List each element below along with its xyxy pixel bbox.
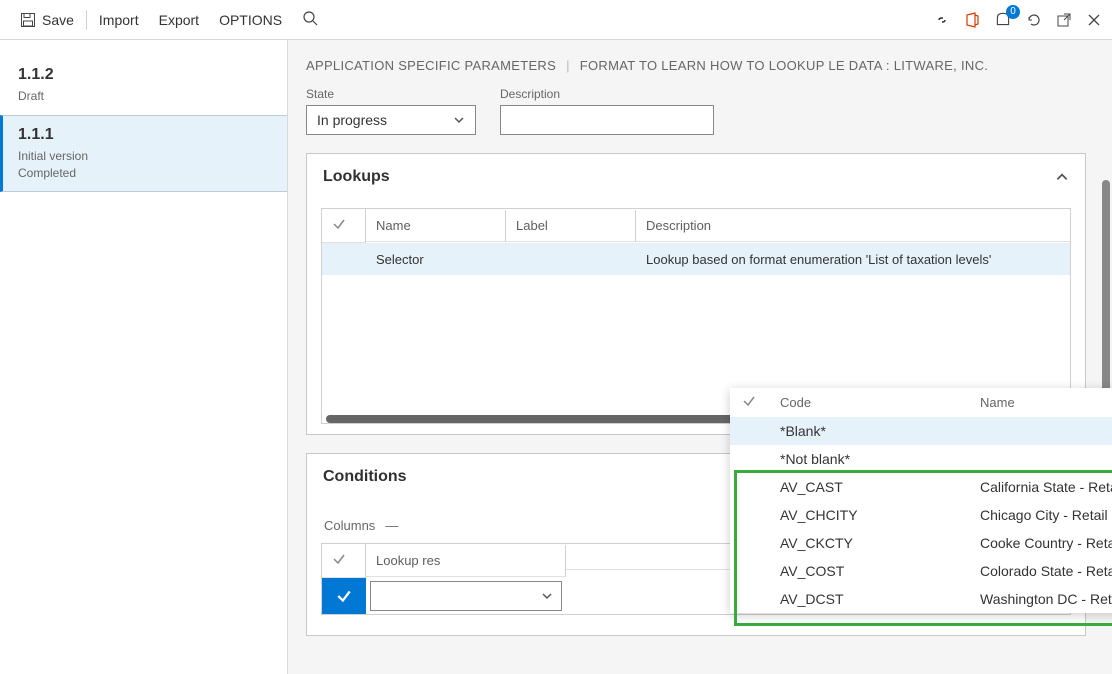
popup-row[interactable]: AV_CHCITYChicago City - Retail Prod xyxy=(730,501,1112,529)
popout-icon[interactable] xyxy=(1056,12,1072,28)
close-icon[interactable] xyxy=(1086,12,1102,28)
save-button[interactable]: Save xyxy=(10,12,84,28)
selectall-col[interactable] xyxy=(322,209,366,243)
popup-row-blank[interactable]: *Blank* xyxy=(730,417,1112,445)
chevron-up-icon xyxy=(1055,170,1069,184)
content: 1.1.2 Draft 1.1.1 Initial version Comple… xyxy=(0,40,1112,674)
export-button[interactable]: Export xyxy=(149,12,209,28)
badge-count: 0 xyxy=(1006,5,1020,19)
toolbar-left: Save Import Export OPTIONS xyxy=(10,10,328,30)
toolbar-right: 0 xyxy=(934,11,1102,29)
columns-dash: — xyxy=(385,518,398,533)
save-label: Save xyxy=(42,12,74,28)
row-check[interactable] xyxy=(322,252,366,268)
description-input[interactable] xyxy=(500,105,714,135)
popup-col-code[interactable]: Code xyxy=(780,395,980,410)
state-label: State xyxy=(306,87,476,101)
popup-col-name[interactable]: Name xyxy=(980,395,1112,410)
top-toolbar: Save Import Export OPTIONS 0 xyxy=(0,0,1112,40)
selectall-col[interactable] xyxy=(322,544,366,578)
row-name: Selector xyxy=(366,244,506,275)
lookups-title: Lookups xyxy=(323,168,390,186)
refresh-icon[interactable] xyxy=(1026,12,1042,28)
grid-row-selector[interactable]: Selector Lookup based on format enumerat… xyxy=(322,243,1070,275)
chevron-down-icon xyxy=(453,114,465,126)
breadcrumb-part2: FORMAT TO LEARN HOW TO LOOKUP LE DATA : … xyxy=(580,58,988,73)
state-value: In progress xyxy=(317,112,387,128)
options-button[interactable]: OPTIONS xyxy=(209,12,292,28)
col-name[interactable]: Name xyxy=(366,210,506,242)
version-status: Draft xyxy=(18,88,269,105)
desc-label: Description xyxy=(500,87,714,101)
popup-row[interactable]: AV_COSTColorado State - Retail Prod xyxy=(730,557,1112,585)
lookup-result-dropdown[interactable] xyxy=(370,581,562,611)
search-button[interactable] xyxy=(292,10,328,29)
chevron-down-icon xyxy=(541,590,553,602)
import-button[interactable]: Import xyxy=(89,12,149,28)
conditions-title: Conditions xyxy=(323,468,407,486)
state-select[interactable]: In progress xyxy=(306,105,476,135)
col-label[interactable]: Label xyxy=(506,210,636,242)
search-icon xyxy=(302,10,318,29)
version-label: 1.1.2 xyxy=(18,66,269,84)
popup-row[interactable]: AV_CKCTYCooke Country - Retail Prod xyxy=(730,529,1112,557)
popup-col-check[interactable] xyxy=(742,394,780,411)
description-field: Description xyxy=(500,87,714,135)
version-status: Initial version Completed xyxy=(18,148,269,182)
breadcrumb-part1: APPLICATION SPECIFIC PARAMETERS xyxy=(306,58,556,73)
main-area: APPLICATION SPECIFIC PARAMETERS | FORMAT… xyxy=(288,40,1112,674)
popup-header: Code Name xyxy=(730,388,1112,417)
col-lookup-result[interactable]: Lookup res xyxy=(366,545,566,577)
notifications-button[interactable]: 0 xyxy=(994,11,1012,29)
sidebar-item-111[interactable]: 1.1.1 Initial version Completed xyxy=(0,115,287,193)
version-sidebar: 1.1.2 Draft 1.1.1 Initial version Comple… xyxy=(0,40,288,674)
popup-row[interactable]: AV_CASTCalifornia State - Retail Prod xyxy=(730,473,1112,501)
breadcrumb: APPLICATION SPECIFIC PARAMETERS | FORMAT… xyxy=(306,58,1086,73)
grid-header: Name Label Description xyxy=(322,209,1070,243)
col-desc[interactable]: Description xyxy=(636,210,1070,242)
row-label xyxy=(506,252,636,268)
columns-label: Columns xyxy=(324,518,375,533)
sidebar-item-112[interactable]: 1.1.2 Draft xyxy=(0,56,287,115)
lookups-header[interactable]: Lookups xyxy=(307,154,1085,200)
popup-row-notblank[interactable]: *Not blank* xyxy=(730,445,1112,473)
separator xyxy=(86,10,87,30)
link-icon[interactable] xyxy=(934,12,950,28)
breadcrumb-separator: | xyxy=(566,58,570,73)
state-field: State In progress xyxy=(306,87,476,135)
row-desc: Lookup based on format enumeration 'List… xyxy=(636,244,1070,275)
row-check[interactable] xyxy=(322,578,366,614)
form-row: State In progress Description xyxy=(306,87,1086,135)
popup-row[interactable]: AV_DCSTWashington DC - Retail Prod xyxy=(730,585,1112,613)
save-icon xyxy=(20,12,36,28)
code-dropdown-popup: Code Name *Blank* *Not blank* AV_CASTCal… xyxy=(730,388,1112,613)
version-label: 1.1.1 xyxy=(18,126,269,144)
office-icon[interactable] xyxy=(964,12,980,28)
